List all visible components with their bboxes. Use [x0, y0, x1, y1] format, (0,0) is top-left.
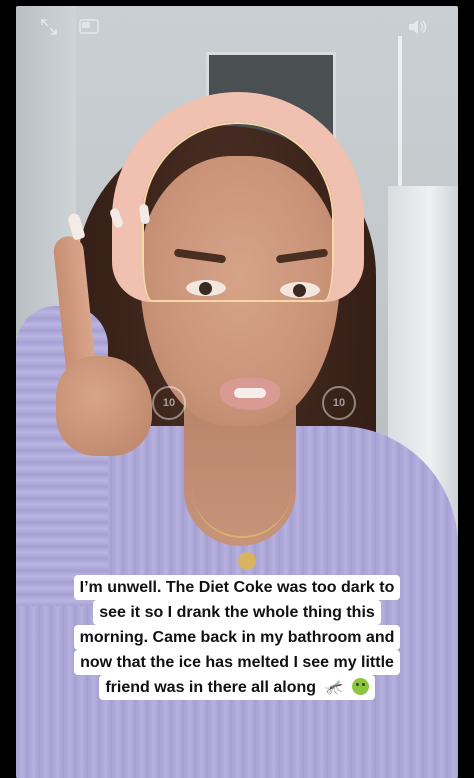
caption-line: see it so I drank the whole thing this — [93, 600, 381, 625]
right-eye — [280, 282, 320, 298]
fingernail — [66, 212, 86, 241]
person-mouth — [220, 378, 280, 410]
nauseated-face-icon — [351, 678, 369, 696]
caption-line-text: friend was in there all along — [105, 679, 317, 696]
speaker-icon[interactable] — [404, 14, 432, 40]
mosquito-icon: 🦟 — [324, 679, 344, 697]
person-hand-pointing — [46, 212, 156, 466]
caption-line-last: friend was in there all along 🦟 — [99, 675, 375, 701]
left-eye — [186, 280, 226, 296]
caption-line: now that the ice has melted I see my lit… — [74, 650, 400, 675]
story-caption: I’m unwell. The Diet Coke was too dark t… — [40, 575, 434, 701]
picture-in-picture-icon[interactable] — [76, 16, 102, 38]
caption-line: I’m unwell. The Diet Coke was too dark t… — [73, 575, 401, 600]
skip-forward-label: 10 — [332, 397, 346, 409]
forward-10-icon[interactable]: 10 — [322, 386, 356, 420]
fist — [56, 356, 152, 456]
video-story-frame: 10 10 I’m unwell. The Diet Coke was too … — [0, 0, 474, 778]
rewind-10-icon[interactable]: 10 — [152, 386, 186, 420]
skip-back-label: 10 — [162, 397, 176, 409]
caption-line: morning. Came back in my bathroom and — [73, 625, 401, 650]
expand-arrows-icon[interactable] — [36, 14, 62, 40]
necklace-pendant — [238, 552, 256, 570]
